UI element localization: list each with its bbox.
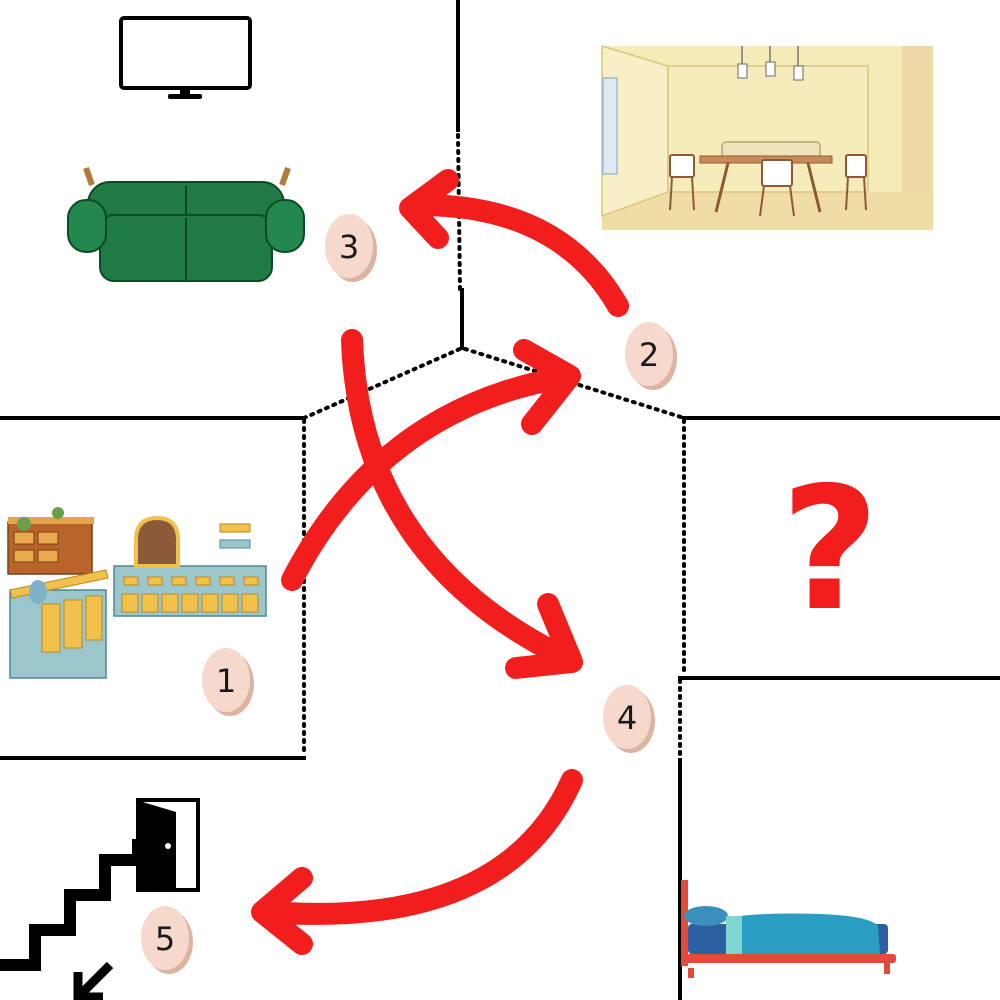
arrow-2-to-3 bbox=[399, 169, 629, 317]
step-number: 2 bbox=[639, 336, 659, 374]
step-egg-3: 3 bbox=[325, 214, 377, 282]
step-number: 3 bbox=[339, 228, 359, 266]
bed-icon bbox=[681, 880, 896, 978]
question-mark-icon: ? bbox=[781, 451, 880, 649]
arrow-4-to-5 bbox=[251, 769, 583, 955]
step-egg-2: 2 bbox=[625, 322, 677, 390]
sofa-icon bbox=[67, 167, 305, 282]
step-number: 5 bbox=[155, 920, 175, 958]
floor-plan-svg: ? 1 2 3 4 5 bbox=[0, 0, 1000, 1000]
step-number: 1 bbox=[216, 662, 236, 700]
floor-plan-diagram: ? 1 2 3 4 5 bbox=[0, 0, 1000, 1000]
tv-icon bbox=[119, 16, 252, 99]
step-egg-5: 5 bbox=[141, 906, 193, 974]
step-egg-4: 4 bbox=[603, 685, 655, 753]
step-egg-1: 1 bbox=[202, 648, 254, 716]
step-number: 4 bbox=[617, 699, 637, 737]
dining-room-icon bbox=[601, 44, 933, 230]
route-arrows bbox=[251, 169, 629, 955]
